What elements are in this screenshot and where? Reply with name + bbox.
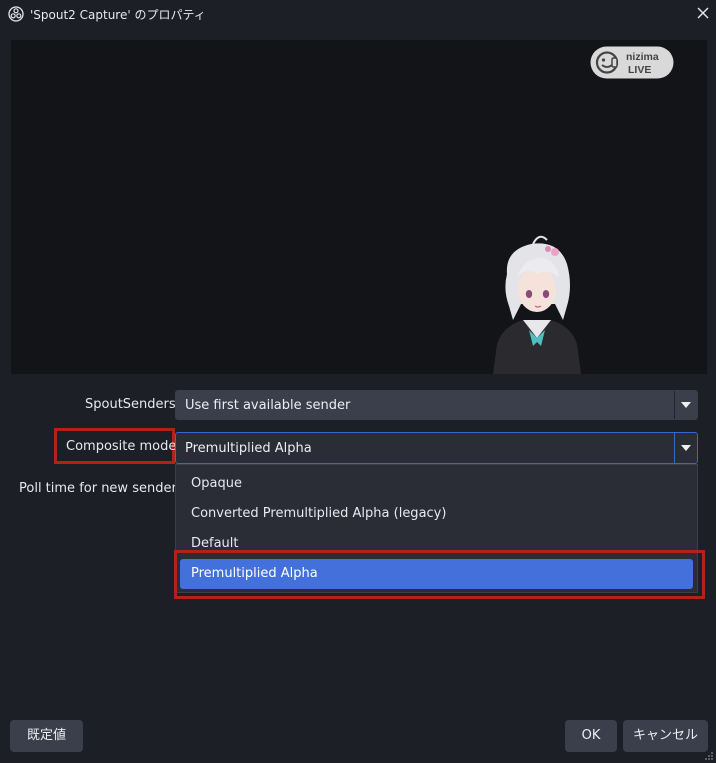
close-icon[interactable]	[692, 2, 714, 24]
composite-mode-label: Composite mode	[66, 439, 177, 454]
window-title: 'Spout2 Capture' のプロパティ	[30, 8, 206, 22]
spout-senders-dropdown-button[interactable]	[674, 391, 697, 419]
source-preview: nizima LIVE	[11, 40, 707, 374]
ok-button[interactable]: OK	[565, 720, 617, 752]
title-bar: 'Spout2 Capture' のプロパティ	[0, 0, 716, 28]
nizima-live-logo: nizima LIVE	[590, 46, 674, 79]
resize-grip-icon[interactable]	[704, 751, 714, 761]
spout-senders-value: Use first available sender	[185, 398, 351, 413]
dropdown-option-opaque[interactable]: Opaque	[180, 469, 693, 499]
defaults-button[interactable]: 既定値	[10, 720, 83, 752]
dropdown-option-converted-premultiplied[interactable]: Converted Premultiplied Alpha (legacy)	[180, 499, 693, 529]
spout-senders-combobox[interactable]: Use first available sender	[175, 390, 698, 420]
vtuber-avatar-image	[493, 235, 581, 374]
watermark-line1: nizima	[626, 51, 659, 63]
composite-mode-dropdown-button[interactable]	[674, 433, 697, 463]
cancel-button[interactable]: キャンセル	[623, 720, 708, 752]
spout-senders-label: SpoutSenders	[85, 397, 176, 412]
composite-mode-combobox[interactable]: Premultiplied Alpha	[175, 432, 698, 464]
watermark-line2: LIVE	[628, 64, 651, 76]
chevron-down-icon	[681, 402, 691, 408]
annotation-box-selected-option	[174, 550, 705, 599]
chevron-down-icon	[681, 445, 691, 451]
composite-mode-value: Premultiplied Alpha	[185, 441, 312, 456]
poll-time-label: Poll time for new senders	[19, 481, 184, 496]
obs-logo-icon	[8, 6, 24, 22]
